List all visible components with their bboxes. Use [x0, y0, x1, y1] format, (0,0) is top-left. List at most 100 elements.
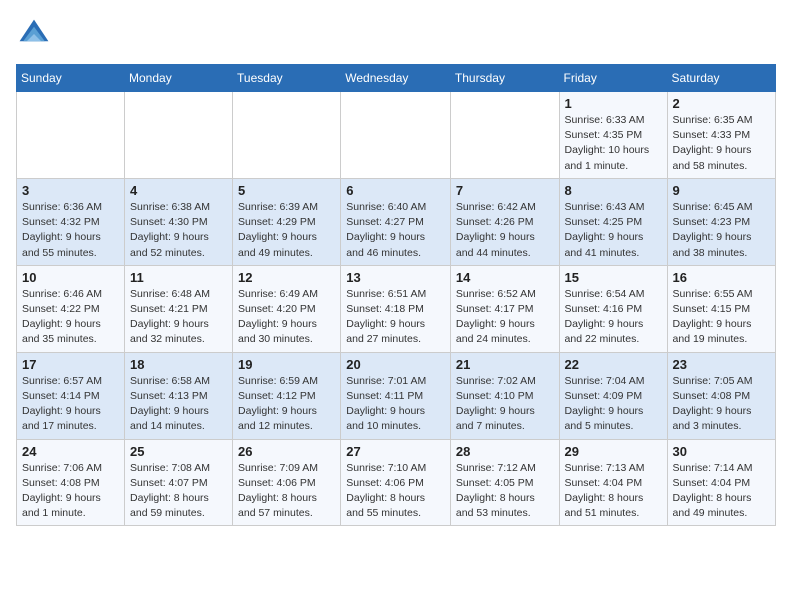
logo [16, 16, 58, 52]
day-info: Sunrise: 7:06 AM Sunset: 4:08 PM Dayligh… [22, 461, 119, 522]
day-number: 18 [130, 357, 227, 372]
calendar-table: SundayMondayTuesdayWednesdayThursdayFrid… [16, 64, 776, 526]
weekday-header: Monday [125, 65, 233, 92]
day-number: 20 [346, 357, 445, 372]
day-info: Sunrise: 6:57 AM Sunset: 4:14 PM Dayligh… [22, 374, 119, 435]
calendar-day-cell: 24 Sunrise: 7:06 AM Sunset: 4:08 PM Dayli… [17, 439, 125, 526]
day-info: Sunrise: 6:52 AM Sunset: 4:17 PM Dayligh… [456, 287, 554, 348]
day-number: 6 [346, 183, 445, 198]
calendar-body: 1 Sunrise: 6:33 AM Sunset: 4:35 PM Daylig… [17, 92, 776, 526]
day-info: Sunrise: 6:42 AM Sunset: 4:26 PM Dayligh… [456, 200, 554, 261]
calendar-day-cell [341, 92, 451, 179]
day-info: Sunrise: 7:09 AM Sunset: 4:06 PM Dayligh… [238, 461, 335, 522]
day-number: 25 [130, 444, 227, 459]
calendar-week-row: 1 Sunrise: 6:33 AM Sunset: 4:35 PM Daylig… [17, 92, 776, 179]
weekday-header: Sunday [17, 65, 125, 92]
weekday-header: Saturday [667, 65, 775, 92]
day-info: Sunrise: 6:59 AM Sunset: 4:12 PM Dayligh… [238, 374, 335, 435]
calendar-day-cell: 14 Sunrise: 6:52 AM Sunset: 4:17 PM Dayli… [450, 265, 559, 352]
calendar-day-cell: 12 Sunrise: 6:49 AM Sunset: 4:20 PM Dayli… [233, 265, 341, 352]
day-info: Sunrise: 7:12 AM Sunset: 4:05 PM Dayligh… [456, 461, 554, 522]
calendar-day-cell: 30 Sunrise: 7:14 AM Sunset: 4:04 PM Dayli… [667, 439, 775, 526]
calendar-day-cell: 22 Sunrise: 7:04 AM Sunset: 4:09 PM Dayli… [559, 352, 667, 439]
day-number: 19 [238, 357, 335, 372]
day-number: 24 [22, 444, 119, 459]
calendar-day-cell [125, 92, 233, 179]
day-info: Sunrise: 7:04 AM Sunset: 4:09 PM Dayligh… [565, 374, 662, 435]
day-number: 14 [456, 270, 554, 285]
day-info: Sunrise: 6:33 AM Sunset: 4:35 PM Dayligh… [565, 113, 662, 174]
day-number: 22 [565, 357, 662, 372]
calendar-day-cell: 23 Sunrise: 7:05 AM Sunset: 4:08 PM Dayli… [667, 352, 775, 439]
day-number: 15 [565, 270, 662, 285]
day-number: 3 [22, 183, 119, 198]
weekday-header: Wednesday [341, 65, 451, 92]
calendar-day-cell [233, 92, 341, 179]
day-info: Sunrise: 6:46 AM Sunset: 4:22 PM Dayligh… [22, 287, 119, 348]
day-info: Sunrise: 7:13 AM Sunset: 4:04 PM Dayligh… [565, 461, 662, 522]
day-number: 5 [238, 183, 335, 198]
day-info: Sunrise: 6:36 AM Sunset: 4:32 PM Dayligh… [22, 200, 119, 261]
day-number: 28 [456, 444, 554, 459]
calendar-day-cell: 25 Sunrise: 7:08 AM Sunset: 4:07 PM Dayli… [125, 439, 233, 526]
calendar-week-row: 10 Sunrise: 6:46 AM Sunset: 4:22 PM Dayli… [17, 265, 776, 352]
calendar-day-cell: 10 Sunrise: 6:46 AM Sunset: 4:22 PM Dayli… [17, 265, 125, 352]
calendar-day-cell: 17 Sunrise: 6:57 AM Sunset: 4:14 PM Dayli… [17, 352, 125, 439]
day-number: 7 [456, 183, 554, 198]
calendar-day-cell: 15 Sunrise: 6:54 AM Sunset: 4:16 PM Dayli… [559, 265, 667, 352]
day-info: Sunrise: 6:51 AM Sunset: 4:18 PM Dayligh… [346, 287, 445, 348]
day-info: Sunrise: 7:02 AM Sunset: 4:10 PM Dayligh… [456, 374, 554, 435]
day-number: 26 [238, 444, 335, 459]
day-info: Sunrise: 7:10 AM Sunset: 4:06 PM Dayligh… [346, 461, 445, 522]
day-info: Sunrise: 7:08 AM Sunset: 4:07 PM Dayligh… [130, 461, 227, 522]
calendar-day-cell: 4 Sunrise: 6:38 AM Sunset: 4:30 PM Daylig… [125, 178, 233, 265]
calendar-day-cell: 13 Sunrise: 6:51 AM Sunset: 4:18 PM Dayli… [341, 265, 451, 352]
day-number: 12 [238, 270, 335, 285]
day-info: Sunrise: 6:40 AM Sunset: 4:27 PM Dayligh… [346, 200, 445, 261]
calendar-week-row: 17 Sunrise: 6:57 AM Sunset: 4:14 PM Dayli… [17, 352, 776, 439]
day-info: Sunrise: 6:49 AM Sunset: 4:20 PM Dayligh… [238, 287, 335, 348]
day-number: 2 [673, 96, 770, 111]
calendar-day-cell [17, 92, 125, 179]
day-number: 1 [565, 96, 662, 111]
day-info: Sunrise: 7:01 AM Sunset: 4:11 PM Dayligh… [346, 374, 445, 435]
day-number: 4 [130, 183, 227, 198]
calendar-day-cell: 20 Sunrise: 7:01 AM Sunset: 4:11 PM Dayli… [341, 352, 451, 439]
day-info: Sunrise: 7:05 AM Sunset: 4:08 PM Dayligh… [673, 374, 770, 435]
calendar-day-cell: 2 Sunrise: 6:35 AM Sunset: 4:33 PM Daylig… [667, 92, 775, 179]
day-number: 21 [456, 357, 554, 372]
day-number: 13 [346, 270, 445, 285]
calendar-day-cell: 28 Sunrise: 7:12 AM Sunset: 4:05 PM Dayli… [450, 439, 559, 526]
calendar-day-cell: 7 Sunrise: 6:42 AM Sunset: 4:26 PM Daylig… [450, 178, 559, 265]
day-info: Sunrise: 6:58 AM Sunset: 4:13 PM Dayligh… [130, 374, 227, 435]
calendar-day-cell: 8Sunrise: 6:43 AM Sunset: 4:25 PM Daylig… [559, 178, 667, 265]
calendar-day-cell: 11 Sunrise: 6:48 AM Sunset: 4:21 PM Dayli… [125, 265, 233, 352]
day-number: 17 [22, 357, 119, 372]
weekday-header: Thursday [450, 65, 559, 92]
calendar-day-cell: 16Sunrise: 6:55 AM Sunset: 4:15 PM Dayli… [667, 265, 775, 352]
day-info: Sunrise: 6:54 AM Sunset: 4:16 PM Dayligh… [565, 287, 662, 348]
calendar-week-row: 24 Sunrise: 7:06 AM Sunset: 4:08 PM Dayli… [17, 439, 776, 526]
day-info: Sunrise: 6:35 AM Sunset: 4:33 PM Dayligh… [673, 113, 770, 174]
calendar-week-row: 3 Sunrise: 6:36 AM Sunset: 4:32 PM Daylig… [17, 178, 776, 265]
logo-icon [16, 16, 52, 52]
weekday-header: Tuesday [233, 65, 341, 92]
day-info: Sunrise: 7:14 AM Sunset: 4:04 PM Dayligh… [673, 461, 770, 522]
calendar-day-cell: 9Sunrise: 6:45 AM Sunset: 4:23 PM Daylig… [667, 178, 775, 265]
calendar-day-cell: 21 Sunrise: 7:02 AM Sunset: 4:10 PM Dayli… [450, 352, 559, 439]
day-info: Sunrise: 6:48 AM Sunset: 4:21 PM Dayligh… [130, 287, 227, 348]
calendar-day-cell: 1 Sunrise: 6:33 AM Sunset: 4:35 PM Daylig… [559, 92, 667, 179]
day-number: 23 [673, 357, 770, 372]
day-number: 11 [130, 270, 227, 285]
calendar-day-cell [450, 92, 559, 179]
calendar-day-cell: 29 Sunrise: 7:13 AM Sunset: 4:04 PM Dayli… [559, 439, 667, 526]
day-number: 29 [565, 444, 662, 459]
day-info: Sunrise: 6:38 AM Sunset: 4:30 PM Dayligh… [130, 200, 227, 261]
calendar-day-cell: 19 Sunrise: 6:59 AM Sunset: 4:12 PM Dayli… [233, 352, 341, 439]
day-number: 30 [673, 444, 770, 459]
day-info: Sunrise: 6:45 AM Sunset: 4:23 PM Dayligh… [673, 200, 770, 261]
calendar-day-cell: 18 Sunrise: 6:58 AM Sunset: 4:13 PM Dayli… [125, 352, 233, 439]
page-header [16, 16, 776, 52]
day-number: 10 [22, 270, 119, 285]
weekday-header: Friday [559, 65, 667, 92]
